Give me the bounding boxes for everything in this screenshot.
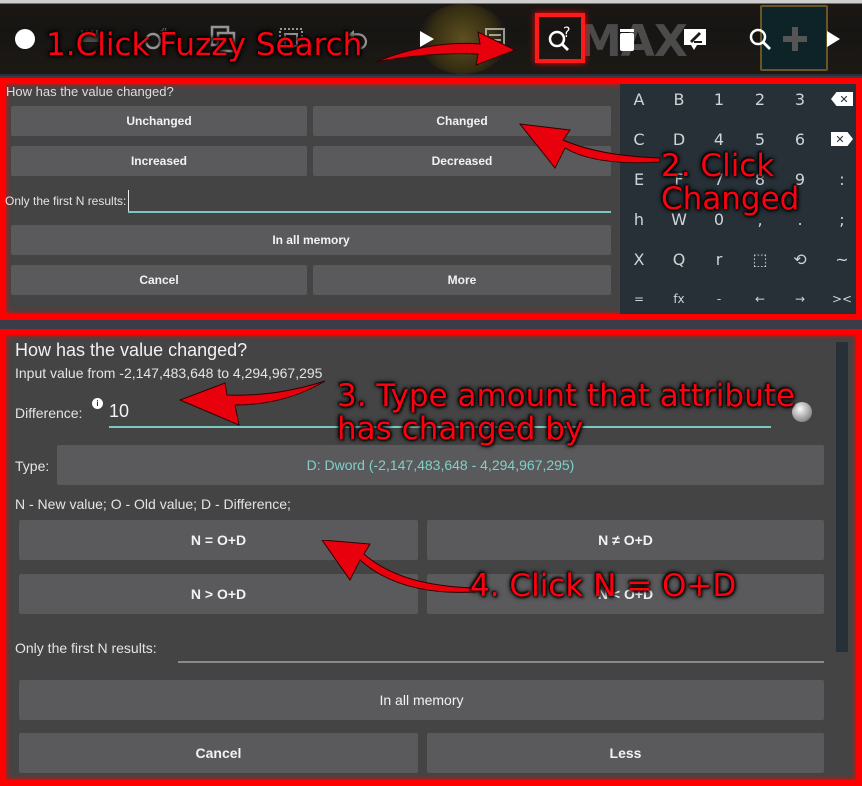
backspace-icon: ✕	[831, 92, 853, 106]
step3-annotation: 3. Type amount that attribute has change…	[337, 380, 795, 445]
n-not-equals-o-plus-d-button[interactable]: N ≠ O+D	[427, 520, 824, 560]
keypad-key[interactable]: →	[781, 284, 819, 314]
delete-icon[interactable]	[610, 22, 644, 56]
step2-annotation: 2. Click Changed	[661, 150, 799, 215]
svg-text:?: ?	[563, 25, 570, 41]
keypad-key[interactable]: ><	[823, 284, 861, 314]
less-button[interactable]: Less	[427, 733, 824, 773]
add-icon[interactable]	[778, 22, 812, 56]
keypad-key[interactable]: r	[700, 244, 738, 274]
keypad-key[interactable]: ←	[741, 284, 779, 314]
fuzzy-search-icon[interactable]: ?	[543, 22, 577, 56]
keypad-key[interactable]: ⟲	[781, 244, 819, 274]
decreased-button[interactable]: Decreased	[313, 146, 611, 176]
keypad-key[interactable]: Q	[660, 244, 698, 274]
first-n-results-underline	[128, 211, 611, 213]
cancel-button[interactable]: Cancel	[11, 265, 307, 295]
unchanged-button[interactable]: Unchanged	[11, 106, 307, 136]
keypad-key[interactable]: X	[620, 244, 658, 274]
edit-comment-icon[interactable]	[678, 22, 712, 56]
bottom-first-n-results-underline	[178, 661, 824, 663]
keypad-key[interactable]: 3	[781, 84, 819, 114]
input-range-text: Input value from -2,147,483,648 to 4,294…	[15, 365, 323, 381]
keypad-key[interactable]: :	[823, 164, 861, 194]
fuzzy-dialog-title: How has the value changed?	[6, 84, 174, 99]
keypad-key[interactable]: C	[620, 124, 658, 154]
bottom-in-all-memory-button[interactable]: In all memory	[19, 680, 824, 720]
increased-button[interactable]: Increased	[11, 146, 307, 176]
difference-dialog-title: How has the value changed?	[15, 340, 248, 360]
step1-annotation: 1.Click Fuzzy Search	[46, 27, 363, 63]
first-n-results-label: Only the first N results:	[5, 194, 127, 208]
more-button[interactable]: More	[313, 265, 611, 295]
play-icon[interactable]	[410, 22, 444, 56]
backspace-key[interactable]: ✕	[823, 84, 861, 114]
step2-annotation-line2: Changed	[661, 180, 800, 217]
keypad-key[interactable]: 1	[700, 84, 738, 114]
search-icon[interactable]	[744, 22, 778, 56]
keypad-key[interactable]: A	[620, 84, 658, 114]
keypad-key[interactable]: E	[620, 164, 658, 194]
keypad-key[interactable]: -	[700, 284, 738, 314]
dialog-scrollbar[interactable]	[836, 342, 848, 652]
keypad-key[interactable]: h	[620, 204, 658, 234]
float-ball-icon[interactable]	[8, 22, 42, 56]
type-select[interactable]: D: Dword (-2,147,483,648 - 4,294,967,295…	[57, 445, 824, 485]
step3-annotation-line1: 3. Type amount that attribute	[337, 378, 795, 414]
keypad-key[interactable]: ;	[823, 204, 861, 234]
step4-annotation: 4. Click N = O+D	[470, 568, 737, 604]
info-icon[interactable]: i	[92, 398, 103, 409]
delete-forward-icon: ✕	[831, 132, 853, 146]
save-list-icon[interactable]	[478, 22, 512, 56]
keypad-key[interactable]: ⬚	[741, 244, 779, 274]
bottom-first-n-results-label: Only the first N results:	[15, 640, 157, 656]
n-equals-o-plus-d-button[interactable]: N = O+D	[19, 520, 418, 560]
keypad-key[interactable]: 2	[741, 84, 779, 114]
first-n-results-input[interactable]	[128, 190, 610, 212]
type-label: Type:	[15, 458, 50, 474]
history-icon[interactable]	[792, 402, 812, 422]
in-all-memory-button[interactable]: In all memory	[11, 225, 611, 255]
legend-text: N - New value; O - Old value; D - Differ…	[15, 496, 291, 512]
keypad-key[interactable]: =	[620, 284, 658, 314]
more-arrow-icon[interactable]	[816, 22, 850, 56]
n-greater-o-plus-d-button[interactable]: N > O+D	[19, 574, 418, 614]
difference-label: Difference:	[15, 405, 83, 421]
step2-annotation-line1: 2. Click	[661, 148, 775, 184]
bottom-first-n-results-input[interactable]	[178, 636, 824, 660]
keypad-key[interactable]: B	[660, 84, 698, 114]
step3-annotation-line2: has changed by	[337, 410, 584, 447]
keypad-key[interactable]: ~	[823, 244, 861, 274]
changed-button[interactable]: Changed	[313, 106, 611, 136]
keypad-key[interactable]: fx	[660, 284, 698, 314]
delete-forward-key[interactable]: ✕	[823, 124, 861, 154]
bottom-cancel-button[interactable]: Cancel	[19, 733, 418, 773]
